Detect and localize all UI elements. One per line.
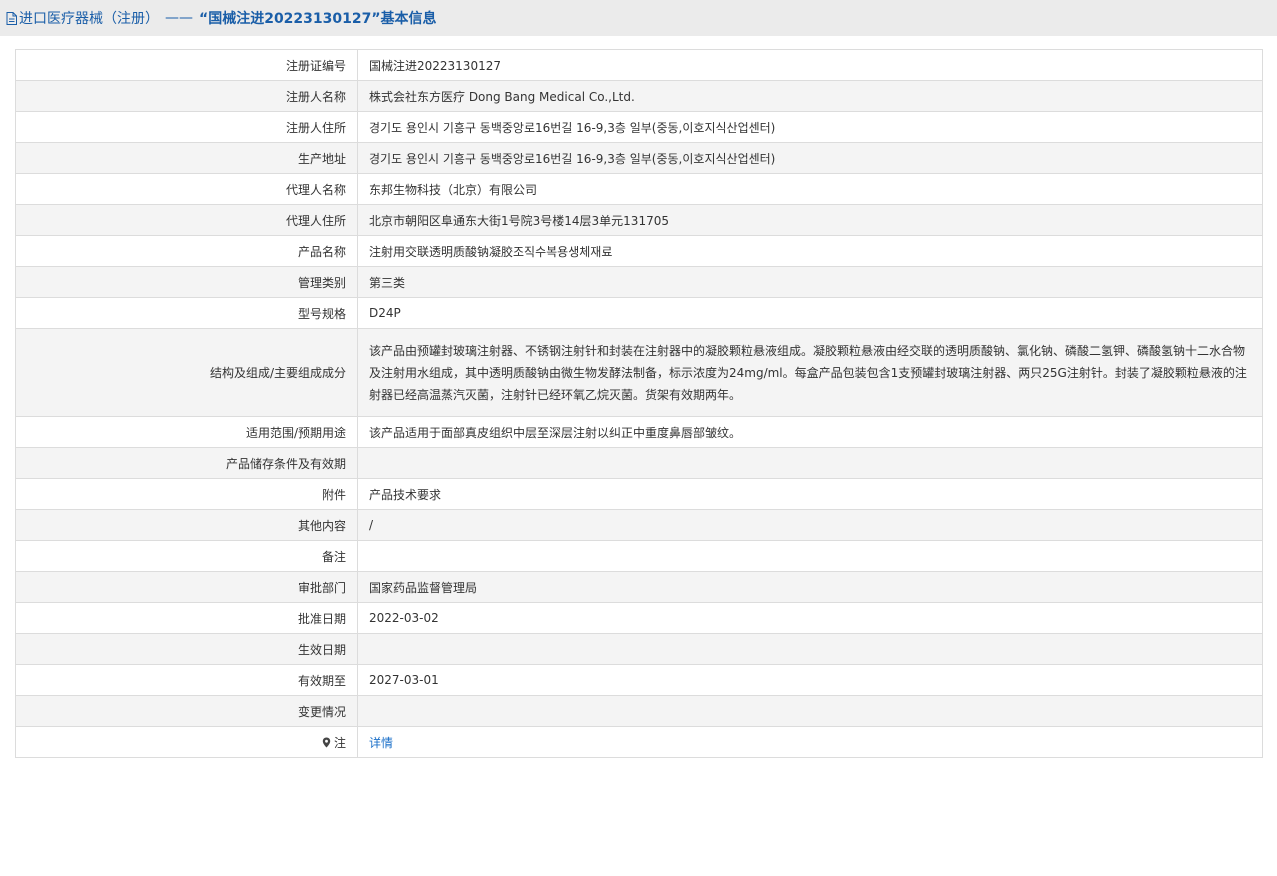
row-value: 경기도 용인시 기흥구 동백중앙로16번길 16-9,3층 일부(중동,이호지식…	[357, 111, 1263, 143]
row-label: 型号规格	[15, 297, 358, 329]
row-label: 注册人住所	[15, 111, 358, 143]
row-label: 产品储存条件及有效期	[15, 447, 358, 479]
row-value: 株式会社东方医疗 Dong Bang Medical Co.,Ltd.	[357, 80, 1263, 112]
row-label: 有效期至	[15, 664, 358, 696]
row-label: 注册证编号	[15, 49, 358, 81]
row-label: 结构及组成/主要组成成分	[15, 328, 358, 417]
table-row: 备注	[15, 540, 1263, 572]
table-row: 代理人住所 北京市朝阳区阜通东大街1号院3号楼14层3单元131705	[15, 204, 1263, 236]
table-row: 附件 产品技术要求	[15, 478, 1263, 510]
row-label: 注册人名称	[15, 80, 358, 112]
row-value: 东邦生物科技（北京）有限公司	[357, 173, 1263, 205]
row-label: 备注	[15, 540, 358, 572]
table-row: 代理人名称 东邦生物科技（北京）有限公司	[15, 173, 1263, 205]
row-value: 产品技术要求	[357, 478, 1263, 510]
row-value	[357, 540, 1263, 572]
table-row: 管理类别 第三类	[15, 266, 1263, 298]
row-value: 该产品适用于面部真皮组织中层至深层注射以纠正中重度鼻唇部皱纹。	[357, 416, 1263, 448]
row-label: 附件	[15, 478, 358, 510]
row-label: 产品名称	[15, 235, 358, 267]
header-title-quoted: “国械注进20223130127”基本信息	[199, 11, 437, 27]
row-label: 批准日期	[15, 602, 358, 634]
table-row: 产品储存条件及有效期	[15, 447, 1263, 479]
table-row: 注册证编号 国械注进20223130127	[15, 49, 1263, 81]
row-value	[357, 447, 1263, 479]
row-value: 2022-03-02	[357, 602, 1263, 634]
pin-icon	[322, 737, 331, 748]
table-row: 其他内容 /	[15, 509, 1263, 541]
table-row: 产品名称 注射用交联透明质酸钠凝胶조직수복용생체재료	[15, 235, 1263, 267]
row-value: 第三类	[357, 266, 1263, 298]
row-value: D24P	[357, 297, 1263, 329]
table-row: 注册人住所 경기도 용인시 기흥구 동백중앙로16번길 16-9,3층 일부(중동…	[15, 111, 1263, 143]
row-value	[357, 695, 1263, 727]
row-value: 北京市朝阳区阜通东大街1号院3号楼14层3单元131705	[357, 204, 1263, 236]
row-value: 注射用交联透明质酸钠凝胶조직수복용생체재료	[357, 235, 1263, 267]
table-row: 批准日期 2022-03-02	[15, 602, 1263, 634]
details-link[interactable]: 详情	[369, 736, 393, 750]
row-value: 国家药品监督管理局	[357, 571, 1263, 603]
row-label: 管理类别	[15, 266, 358, 298]
row-value: 该产品由预罐封玻璃注射器、不锈钢注射针和封装在注射器中的凝胶颗粒悬液组成。凝胶颗…	[357, 328, 1263, 417]
row-label: 代理人住所	[15, 204, 358, 236]
table-row: 型号规格 D24P	[15, 297, 1263, 329]
row-label: 变更情况	[15, 695, 358, 727]
note-label-cell: 注	[15, 726, 358, 758]
row-value	[357, 633, 1263, 665]
row-label: 生产地址	[15, 142, 358, 174]
note-row: 注 详情	[15, 726, 1263, 758]
table-row: 生效日期	[15, 633, 1263, 665]
info-table-body: 注册证编号 国械注进20223130127 注册人名称 株式会社东方医疗 Dong B…	[15, 49, 1263, 758]
table-row: 注册人名称 株式会社东方医疗 Dong Bang Medical Co.,Ltd.	[15, 80, 1263, 112]
info-table: 注册证编号 国械注进20223130127 注册人名称 株式会社东方医疗 Dong B…	[15, 49, 1263, 758]
row-label: 审批部门	[15, 571, 358, 603]
page-header: 进口医疗器械（注册） —— “国械注进20223130127”基本信息	[0, 0, 1277, 36]
row-value: /	[357, 509, 1263, 541]
row-value: 경기도 용인시 기흥구 동백중앙로16번길 16-9,3층 일부(중동,이호지식…	[357, 142, 1263, 174]
page: 进口医疗器械（注册） —— “国械注进20223130127”基本信息 注册证编…	[0, 0, 1277, 876]
row-label: 生效日期	[15, 633, 358, 665]
table-row: 审批部门 国家药品监督管理局	[15, 571, 1263, 603]
header-title-prefix: 进口医疗器械（注册）	[19, 11, 159, 27]
note-value-cell: 详情	[357, 726, 1263, 758]
row-label: 其他内容	[15, 509, 358, 541]
row-value: 国械注进20223130127	[357, 49, 1263, 81]
table-row: 变更情况	[15, 695, 1263, 727]
note-label: 注	[333, 735, 346, 750]
row-label: 代理人名称	[15, 173, 358, 205]
table-row: 生产地址 경기도 용인시 기흥구 동백중앙로16번길 16-9,3층 일부(중동,…	[15, 142, 1263, 174]
row-value: 2027-03-01	[357, 664, 1263, 696]
table-row: 有效期至 2027-03-01	[15, 664, 1263, 696]
table-row: 适用范围/预期用途 该产品适用于面部真皮组织中层至深层注射以纠正中重度鼻唇部皱纹。	[15, 416, 1263, 448]
header-dash: ——	[165, 10, 193, 26]
row-label: 适用范围/预期用途	[15, 416, 358, 448]
document-icon	[6, 11, 17, 25]
table-row: 结构及组成/主要组成成分 该产品由预罐封玻璃注射器、不锈钢注射针和封装在注射器中的…	[15, 328, 1263, 417]
